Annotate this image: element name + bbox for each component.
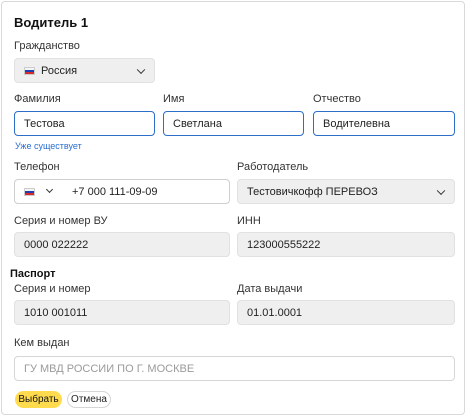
passport-issuer-input[interactable]: ГУ МВД РОССИИ ПО Г. МОСКВЕ: [14, 356, 455, 381]
russia-flag-icon: [24, 187, 35, 196]
cancel-button[interactable]: Отмена: [67, 391, 111, 408]
employer-label: Работодатель: [237, 161, 309, 173]
passport-number-input[interactable]: 1010 001011: [14, 300, 230, 325]
passport-issuer-placeholder: ГУ МВД РОССИИ ПО Г. МОСКВЕ: [24, 362, 195, 375]
passport-number-label: Серия и номер: [14, 283, 91, 295]
surname-value: Тестова: [24, 117, 65, 130]
license-value: 0000 022222: [24, 238, 89, 251]
chevron-down-icon: [45, 185, 54, 194]
citizenship-label: Гражданство: [14, 40, 80, 52]
passport-section-title: Паспорт: [10, 268, 56, 280]
phone-country-select[interactable]: [24, 180, 62, 203]
patronymic-label: Отчество: [313, 93, 361, 105]
passport-date-value: 01.01.0001: [247, 306, 303, 319]
phone-label: Телефон: [14, 161, 60, 173]
citizenship-value: Россия: [41, 64, 78, 77]
license-label: Серия и номер ВУ: [14, 215, 108, 227]
license-input[interactable]: 0000 022222: [14, 232, 230, 257]
phone-input[interactable]: +7 000 111-09-09: [14, 179, 230, 204]
surname-label: Фамилия: [14, 93, 61, 105]
form-title: Водитель 1: [14, 15, 89, 30]
passport-number-value: 1010 001011: [24, 306, 88, 319]
employer-select[interactable]: Тестовичкофф ПЕРЕВОЗ: [237, 179, 455, 204]
patronymic-input[interactable]: Водителевна: [313, 111, 455, 136]
employer-value: Тестовичкофф ПЕРЕВОЗ: [247, 185, 378, 198]
russia-flag-icon: [24, 66, 35, 75]
driver-form-card: Водитель 1 Гражданство Россия Фамилия Те…: [1, 1, 465, 415]
passport-date-label: Дата выдачи: [237, 283, 303, 295]
surname-input[interactable]: Тестова: [14, 111, 155, 136]
inn-value: 123000555222: [247, 238, 321, 251]
patronymic-value: Водителевна: [323, 117, 391, 130]
select-button[interactable]: Выбрать: [15, 391, 62, 408]
citizenship-select[interactable]: Россия: [14, 58, 155, 83]
passport-issuer-label: Кем выдан: [14, 337, 70, 349]
first-name-label: Имя: [163, 93, 185, 105]
surname-exists-hint[interactable]: Уже существует: [15, 141, 82, 151]
chevron-down-icon: [136, 65, 146, 74]
passport-date-input[interactable]: 01.01.0001: [237, 300, 455, 325]
first-name-value: Светлана: [173, 117, 222, 130]
inn-input[interactable]: 123000555222: [237, 232, 455, 257]
first-name-input[interactable]: Светлана: [163, 111, 304, 136]
inn-label: ИНН: [237, 215, 261, 227]
chevron-down-icon: [436, 186, 446, 195]
phone-value: +7 000 111-09-09: [72, 185, 158, 198]
